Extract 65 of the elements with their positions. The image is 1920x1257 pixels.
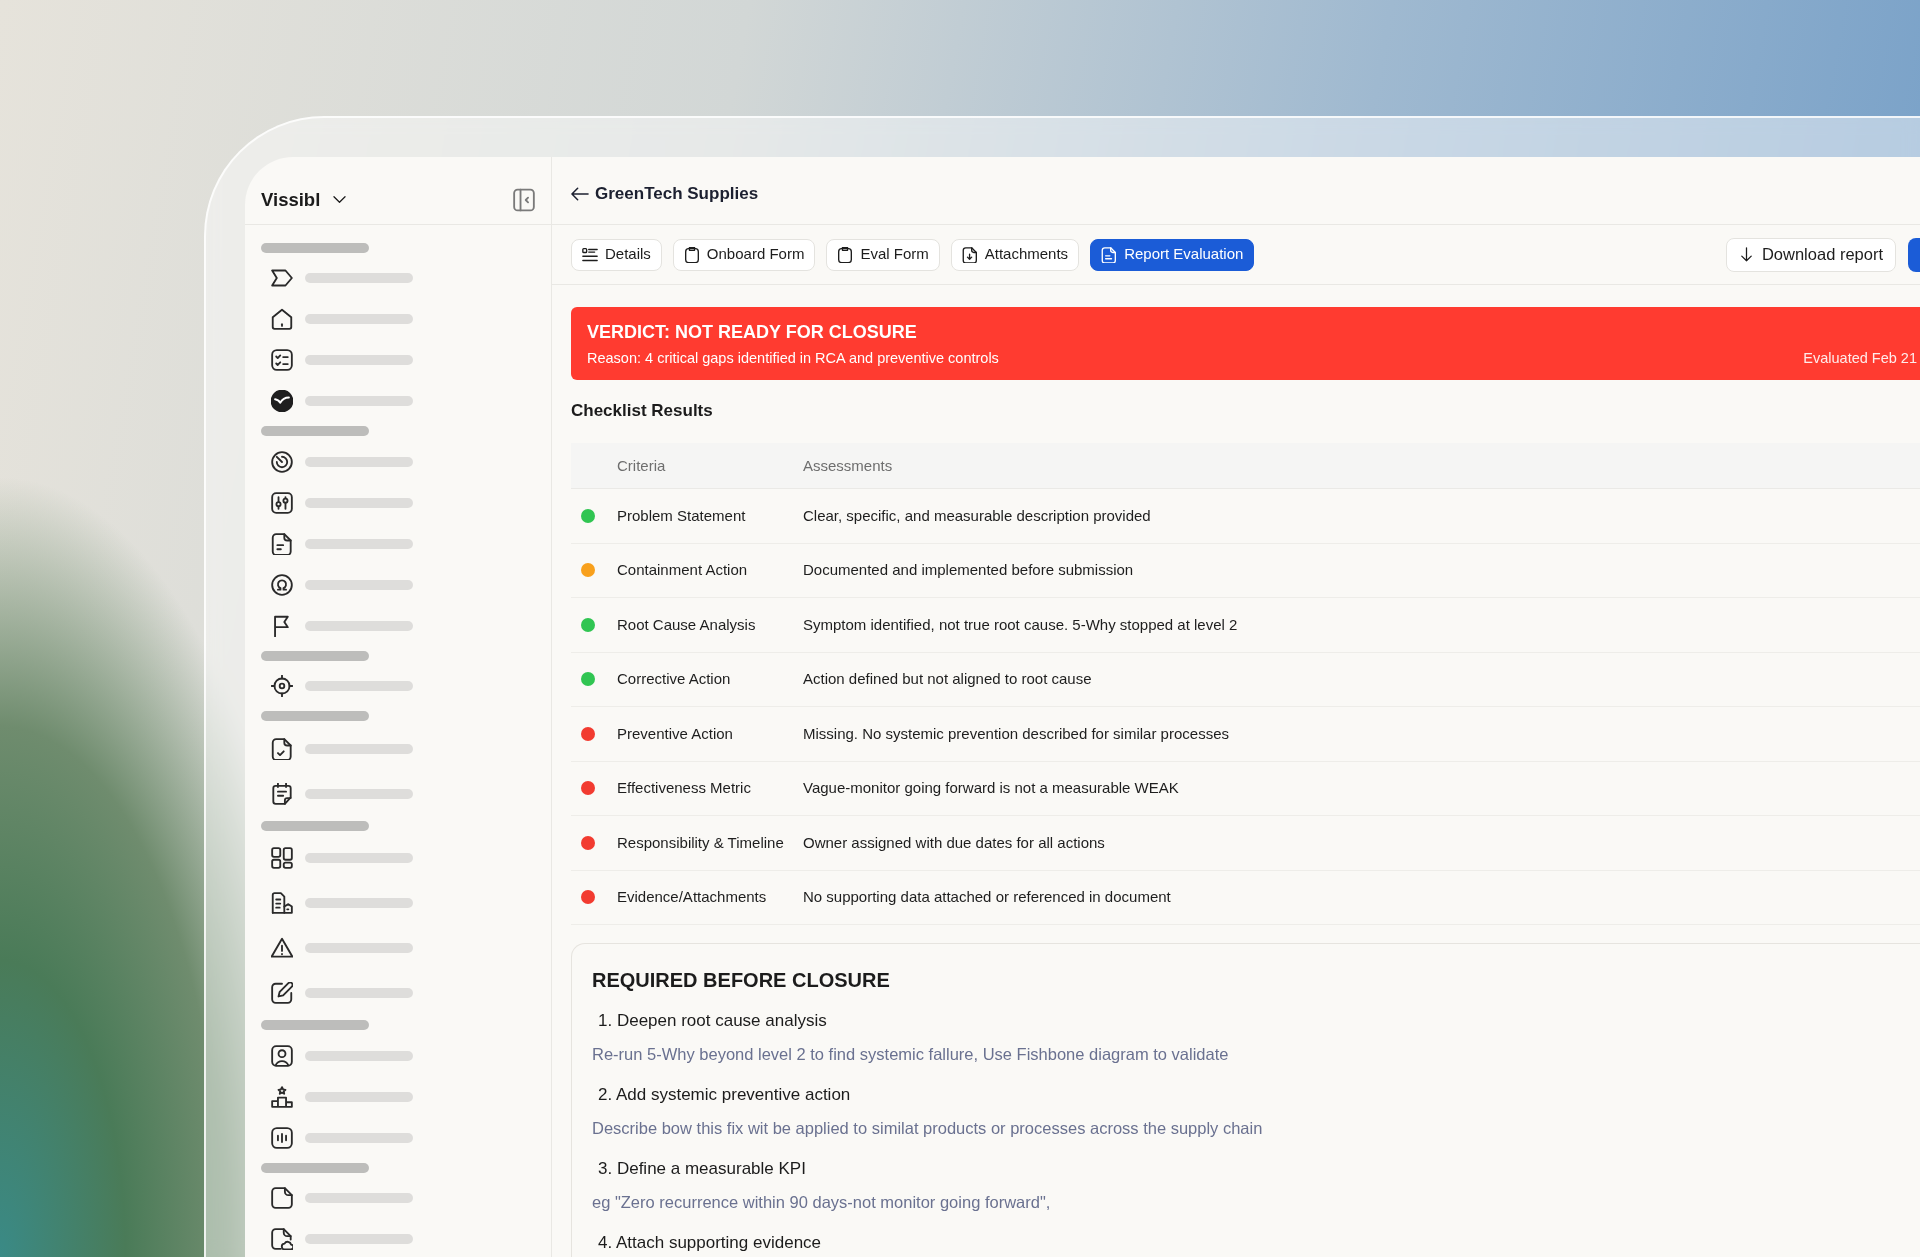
- card-title: REQUIRED BEFORE CLOSURE: [592, 968, 890, 993]
- checklist-icon[interactable]: [271, 349, 293, 371]
- requirement-detail: Re-run 5-Why beyond level 2 to find systemic fallure, Use Fishbone diagram to validate: [592, 1044, 1229, 1065]
- assessment-text: Documented and implemented before submission: [803, 561, 1134, 579]
- note-icon[interactable]: [271, 1187, 293, 1209]
- primary-button[interactable]: [1908, 237, 1920, 272]
- download-button[interactable]: Download report: [1725, 237, 1896, 272]
- clipboard-icon: [837, 246, 854, 263]
- requirement-title: 4. Attach supporting evidence: [598, 1232, 822, 1254]
- verdict-reason: Reason: 4 critical gaps identified in RCA and preventive controls: [587, 348, 999, 368]
- criteria-name: Effectiveness Metric: [617, 779, 751, 797]
- column-header: Criteria: [617, 456, 666, 474]
- document-icon: [1101, 246, 1118, 263]
- podium-icon[interactable]: [271, 1085, 293, 1108]
- assessment-text: Owner assigned with due dates for all actions: [803, 833, 1105, 851]
- target-icon[interactable]: [271, 450, 293, 473]
- sidebar-collapse-icon[interactable]: [513, 187, 535, 212]
- criteria-name: Containment Action: [617, 561, 748, 579]
- user-square-icon[interactable]: [271, 1044, 293, 1067]
- building-icon[interactable]: [271, 892, 293, 914]
- criteria-name: Evidence/Attachments: [617, 888, 767, 906]
- verdict-title: VERDICT: NOT READY FOR CLOSURE: [587, 320, 917, 344]
- criteria-name: Responsibility & Timeline: [617, 833, 784, 851]
- edit-icon[interactable]: [271, 982, 293, 1004]
- document-check-icon[interactable]: [271, 737, 293, 760]
- crosshair-icon[interactable]: [271, 675, 293, 697]
- requirement-title: 3. Define a measurable KPI: [598, 1158, 806, 1180]
- tab[interactable]: Report Evaluation: [1090, 238, 1255, 271]
- bars-square-icon[interactable]: [271, 1126, 293, 1149]
- column-header: Assessments: [803, 456, 893, 474]
- tab[interactable]: Details: [571, 238, 662, 271]
- tab[interactable]: Eval Form: [826, 238, 940, 271]
- file-download-icon: [961, 246, 978, 263]
- criteria-name: Preventive Action: [617, 724, 733, 742]
- requirement-title: 2. Add systemic preventive action: [598, 1084, 851, 1106]
- assessment-text: Vague-monitor going forward is not a measurable WEAK: [803, 779, 1179, 797]
- workspace-dropdown[interactable]: Vissibl: [261, 185, 348, 214]
- tag-icon[interactable]: [271, 267, 293, 289]
- assessment-text: Symptom identified, not true root cause. 5-Why stopped at level 2: [803, 615, 1238, 633]
- section-title: Checklist Results: [571, 400, 713, 422]
- criteria-name: Corrective Action: [617, 670, 731, 688]
- tab[interactable]: Onboard Form: [672, 238, 816, 271]
- evaluated-date: Evaluated Feb 21: [1803, 348, 1917, 368]
- home-icon[interactable]: [271, 308, 293, 330]
- clipboard-icon: [683, 246, 700, 263]
- assessment-text: No supporting data attached or referenced in document: [803, 888, 1171, 906]
- criteria-name: Root Cause Analysis: [617, 615, 756, 633]
- warning-icon[interactable]: [271, 937, 293, 959]
- sliders-icon[interactable]: [271, 491, 293, 514]
- document-cloud-icon[interactable]: [271, 1228, 293, 1250]
- layout-grid-icon[interactable]: [271, 847, 293, 869]
- tab[interactable]: Attachments: [950, 238, 1080, 271]
- criteria-name: Problem Statement: [617, 506, 746, 524]
- requirement-title: 1. Deepen root cause analysis: [598, 1010, 827, 1032]
- requirement-detail: eg "Zero recurrence within 90 days-not monitor going forward",: [592, 1192, 1051, 1213]
- notepad-icon[interactable]: [271, 782, 293, 805]
- download-arrow-icon: [1738, 247, 1754, 262]
- list-icon: [582, 246, 598, 263]
- assessment-text: Missing. No systemic prevention described for similar processes: [803, 724, 1229, 742]
- requirement-detail: Describe bow this fix wit be applied to similat products or processes across the supply chain: [592, 1118, 1263, 1139]
- assessment-text: Action defined but not aligned to root cause: [803, 670, 1092, 688]
- page-title: GreenTech Supplies: [595, 182, 759, 205]
- document-icon[interactable]: [271, 532, 293, 555]
- omega-icon[interactable]: [271, 573, 293, 596]
- assessment-text: Clear, specific, and measurable description provided: [803, 506, 1151, 524]
